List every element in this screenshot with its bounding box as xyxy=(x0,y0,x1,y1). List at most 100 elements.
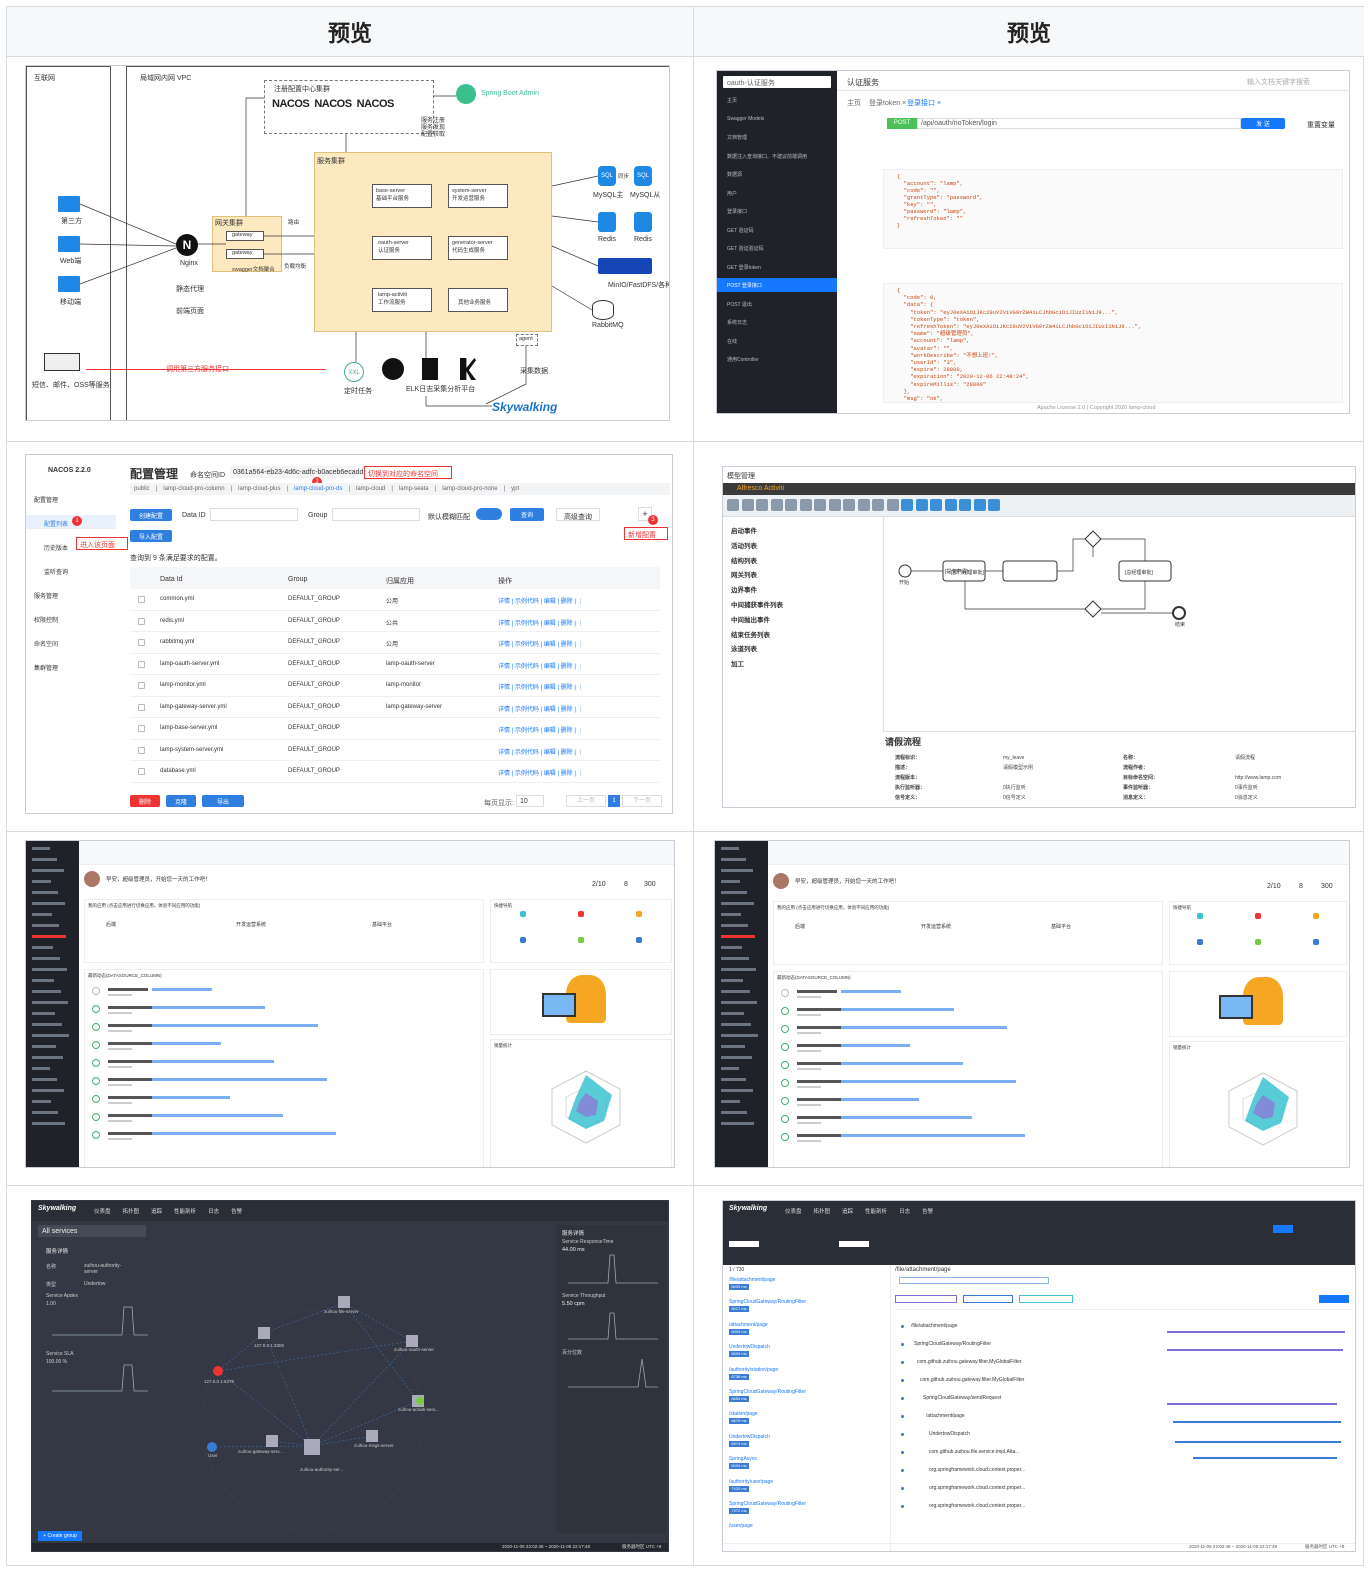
toolbar-icon[interactable] xyxy=(843,499,855,511)
send-button[interactable]: 发 送 xyxy=(1241,118,1285,129)
row-actions[interactable]: 详情 | 示例代码 | 编辑 | 删除 | ⋮ xyxy=(498,639,584,648)
toolbar-icon[interactable] xyxy=(770,499,783,511)
trace-item[interactable]: /user/page xyxy=(729,1523,753,1529)
sidebar-item[interactable] xyxy=(32,880,51,883)
quick-nav-icon[interactable] xyxy=(578,937,584,943)
toolbar-icon[interactable] xyxy=(930,499,942,511)
span-row[interactable]: UndertowDispatch xyxy=(929,1431,970,1437)
sidebar-item[interactable] xyxy=(32,1045,56,1048)
sidebar-item[interactable] xyxy=(721,957,749,960)
nav-tab[interactable]: 追踪 xyxy=(151,1207,162,1215)
nav-tab[interactable]: 性能剖析 xyxy=(174,1207,196,1215)
clone-button[interactable]: 克隆 xyxy=(166,795,196,807)
toolbar-icon[interactable] xyxy=(901,499,913,511)
sidebar-item[interactable] xyxy=(721,924,748,927)
quick-nav-icon[interactable] xyxy=(1255,939,1261,945)
export-button[interactable]: 导出 xyxy=(202,795,244,807)
quick-nav-icon[interactable] xyxy=(1197,939,1203,945)
swagger-menu-item[interactable]: 数据注入查询接口、不建议前端调用 xyxy=(727,153,807,160)
sidebar-item[interactable] xyxy=(32,1078,57,1081)
nav-tab[interactable]: 日志 xyxy=(208,1207,219,1215)
nav-tab[interactable]: 追踪 xyxy=(842,1207,853,1215)
sidebar-item[interactable] xyxy=(721,1111,747,1114)
toolbar-icon[interactable] xyxy=(944,499,957,511)
palette-group[interactable]: 结构列表 xyxy=(731,555,783,570)
palette-group[interactable]: 活动列表 xyxy=(731,540,783,555)
nacos-nav-item[interactable]: 服务管理 xyxy=(34,591,58,600)
sidebar-item[interactable] xyxy=(32,924,59,927)
sidebar-item[interactable] xyxy=(32,913,52,916)
sidebar-item[interactable] xyxy=(721,1089,753,1092)
sidebar-item[interactable] xyxy=(721,946,742,949)
trace-item[interactable]: UndertowDispatch xyxy=(729,1344,770,1350)
swagger-menu-item[interactable]: POST 退出 xyxy=(727,301,752,308)
toolbar-icon[interactable] xyxy=(988,499,1000,511)
span-row[interactable]: com.github.zuihou.gateway.filter.MyGloba… xyxy=(920,1377,1024,1383)
trace-item[interactable]: /authority/station/page xyxy=(729,1367,778,1373)
fuzzy-toggle[interactable] xyxy=(476,508,502,520)
sidebar-item[interactable] xyxy=(721,1034,758,1037)
palette-group[interactable]: 中间捕获事件列表 xyxy=(731,599,783,614)
swagger-menu-item[interactable]: 在线 xyxy=(727,338,737,345)
sidebar-item[interactable] xyxy=(721,847,739,850)
trace-item[interactable]: SpringCloudGateway/RoutingFilter xyxy=(729,1299,806,1305)
trace-item[interactable]: SpringCloudGateway/RoutingFilter xyxy=(729,1389,806,1395)
sidebar-item[interactable] xyxy=(32,902,65,905)
palette-group[interactable]: 边界事件 xyxy=(731,584,783,599)
toolbar-icon[interactable] xyxy=(857,499,870,511)
swagger-menu-item[interactable]: GET 验证验证码 xyxy=(727,245,764,252)
toolbar-icon[interactable] xyxy=(915,499,928,511)
namespace-tab[interactable]: lamp-cloud xyxy=(356,486,385,492)
sidebar-item[interactable] xyxy=(32,1056,63,1059)
sidebar-item[interactable] xyxy=(32,1001,68,1004)
create-group-button[interactable]: + Create group xyxy=(38,1531,82,1541)
nav-tab[interactable]: 仪表盘 xyxy=(94,1207,111,1215)
quick-nav-icon[interactable] xyxy=(1255,913,1261,919)
sidebar-item[interactable] xyxy=(721,1045,745,1048)
delete-button[interactable]: 删除 xyxy=(130,795,160,807)
palette-group[interactable]: 加工 xyxy=(731,658,783,673)
sidebar-item[interactable] xyxy=(32,858,57,861)
swagger-menu-item[interactable]: 用户 xyxy=(727,190,737,197)
create-config-button[interactable]: 创建配置 xyxy=(130,509,172,521)
quick-nav-icon[interactable] xyxy=(578,911,584,917)
sidebar-item[interactable] xyxy=(721,1122,754,1125)
trace-item[interactable]: /authority/user/page xyxy=(729,1479,773,1485)
trace-item[interactable]: SpringCloudGateway/RoutingFilter xyxy=(729,1501,806,1507)
row-actions[interactable]: 详情 | 示例代码 | 编辑 | 删除 | ⋮ xyxy=(498,682,584,691)
swagger-menu-item[interactable]: GET 验证码 xyxy=(727,227,754,234)
sidebar-item[interactable] xyxy=(721,913,741,916)
namespace-tab[interactable]: ypt xyxy=(511,486,519,492)
sidebar-item[interactable] xyxy=(32,946,53,949)
sidebar-item[interactable] xyxy=(721,1078,746,1081)
nacos-nav-item[interactable]: 配置列表 xyxy=(44,519,68,528)
palette-group[interactable]: 泳道列表 xyxy=(731,643,783,658)
swagger-menu-item[interactable]: 系统日志 xyxy=(727,319,747,326)
sidebar-item[interactable] xyxy=(721,902,754,905)
namespace-tab[interactable]: lamp-seata xyxy=(399,486,429,492)
span-row[interactable]: SpringCloudGateway/sendRequest xyxy=(923,1395,1001,1401)
nacos-nav-item[interactable]: 集群管理 xyxy=(34,663,58,672)
sidebar-item[interactable] xyxy=(721,858,746,861)
toolbar-icon[interactable] xyxy=(756,499,768,511)
toolbar-icon[interactable] xyxy=(799,499,812,511)
palette-group[interactable]: 启动事件 xyxy=(731,525,783,540)
sidebar-item[interactable] xyxy=(721,880,740,883)
quick-nav-icon[interactable] xyxy=(636,937,642,943)
trace-item[interactable]: SpringAsync xyxy=(729,1456,757,1462)
sidebar-item[interactable] xyxy=(32,1023,62,1026)
sidebar-item[interactable] xyxy=(32,1034,69,1037)
quick-nav-icon[interactable] xyxy=(636,911,642,917)
quick-nav-icon[interactable] xyxy=(1313,913,1319,919)
nav-tab[interactable]: 日志 xyxy=(899,1207,910,1215)
toolbar-icon[interactable] xyxy=(741,499,754,511)
quick-nav-icon[interactable] xyxy=(1313,939,1319,945)
nav-tab[interactable]: 拓扑图 xyxy=(814,1207,831,1215)
toolbar-icon[interactable] xyxy=(785,499,797,511)
toolbar-icon[interactable] xyxy=(959,499,971,511)
row-actions[interactable]: 详情 | 示例代码 | 编辑 | 删除 | ⋮ xyxy=(498,618,584,627)
span-row[interactable]: org.springframework.cloud.context.proper… xyxy=(929,1467,1025,1473)
palette-group[interactable]: 网关列表 xyxy=(731,569,783,584)
row-actions[interactable]: 详情 | 示例代码 | 编辑 | 删除 | ⋮ xyxy=(498,596,584,605)
sidebar-item[interactable] xyxy=(32,847,50,850)
